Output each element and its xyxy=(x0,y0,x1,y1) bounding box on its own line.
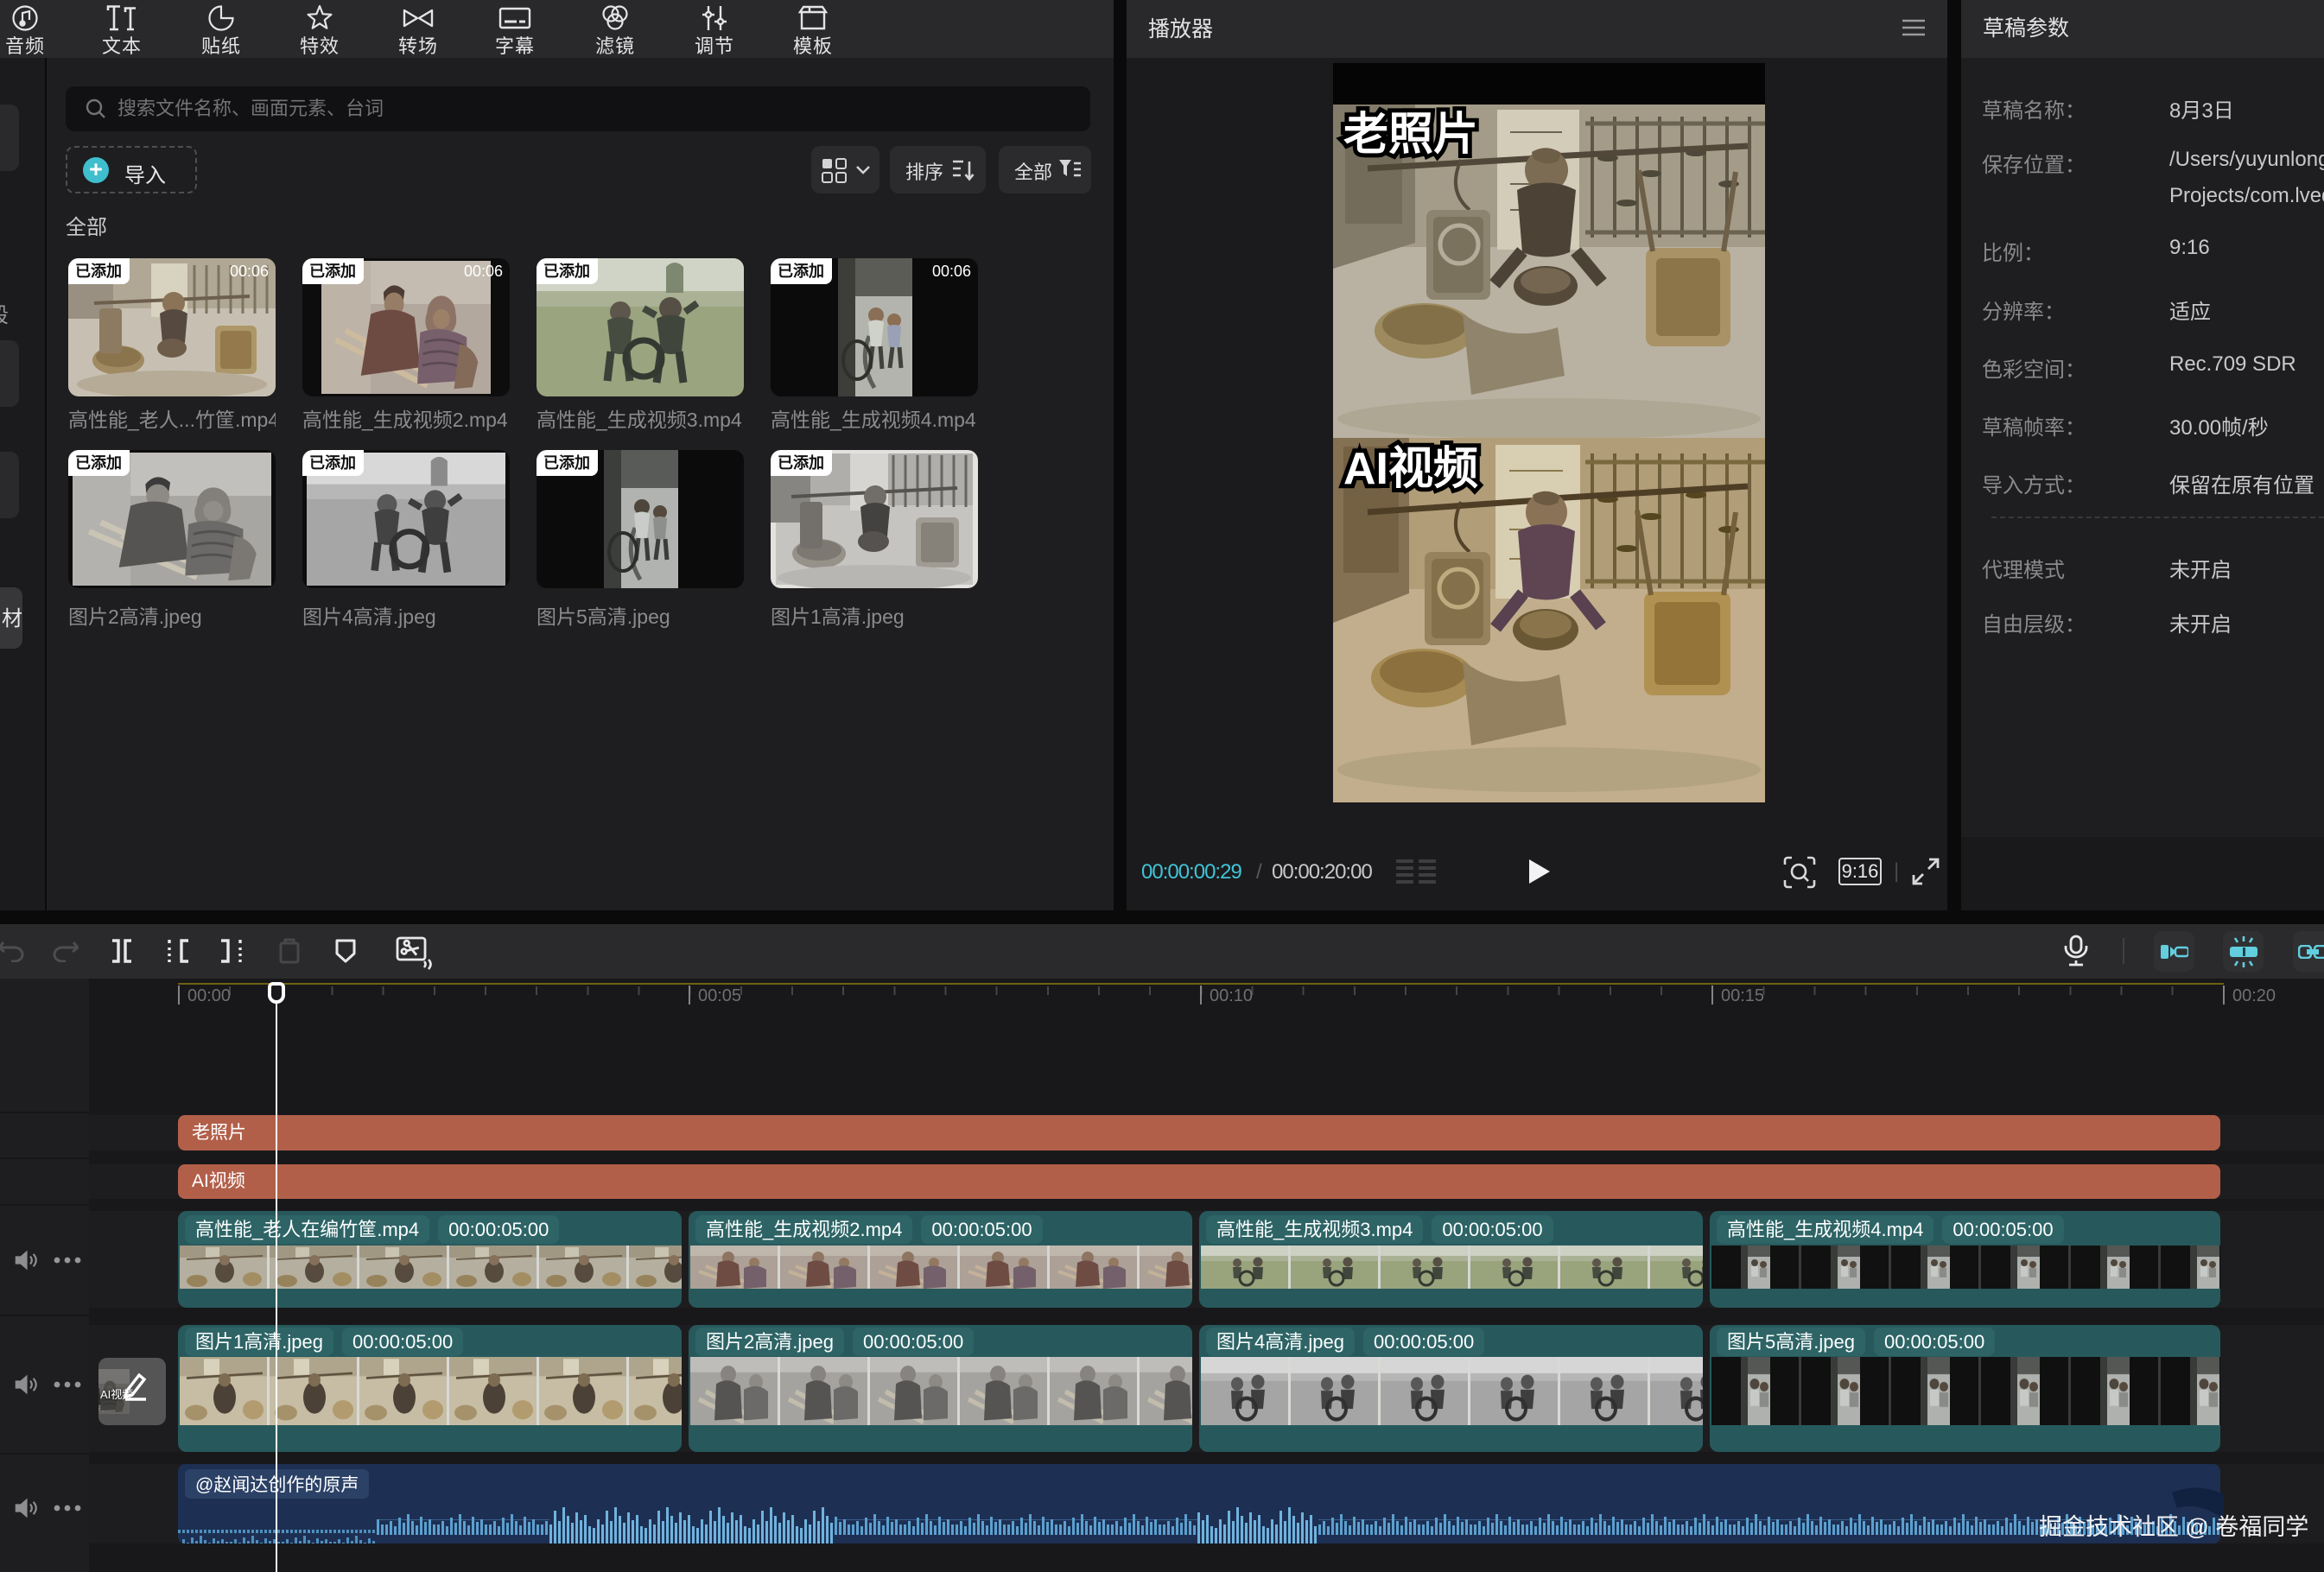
svg-text:AI视频: AI视频 xyxy=(1343,444,1478,494)
svg-text:老照片: 老照片 xyxy=(1343,110,1478,160)
